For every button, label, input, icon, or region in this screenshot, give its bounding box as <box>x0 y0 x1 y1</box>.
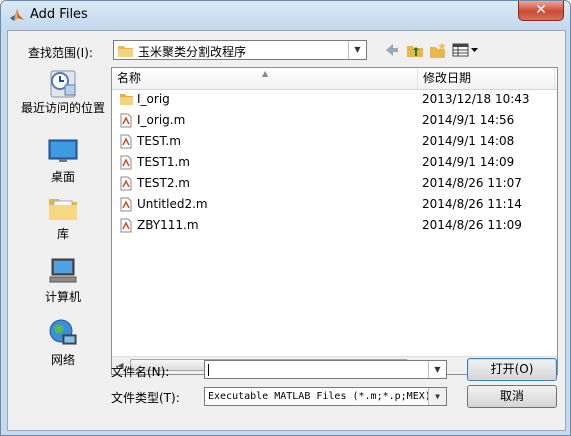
look-in-label: 查找范围(I): <box>28 46 93 60</box>
dialog-body: 查找范围(I): 玉米聚类分割改程序 ▼ 最近访问的位置 桌面 库 计算机 网络… <box>7 30 566 431</box>
file-date: 2014/9/1 14:08 <box>422 134 515 148</box>
place-desktop[interactable]: 桌面 <box>16 134 110 185</box>
new-folder-icon[interactable] <box>429 41 447 59</box>
m-file-icon <box>120 218 132 236</box>
m-file-icon <box>120 134 132 152</box>
place-network[interactable]: 网络 <box>16 317 110 368</box>
chevron-down-icon[interactable]: ▼ <box>348 41 366 59</box>
file-name: TEST.m <box>137 134 181 148</box>
look-in-combo[interactable]: 玉米聚类分割改程序 ▼ <box>113 40 367 60</box>
folder-icon <box>118 46 133 57</box>
file-row[interactable]: TEST2.m2014/8/26 11:07M <box>112 173 557 194</box>
m-file-icon <box>120 113 132 131</box>
place-label: 网络 <box>50 353 75 367</box>
file-row[interactable]: TEST1.m2014/9/1 14:09M <box>112 152 557 173</box>
file-row[interactable]: TEST.m2014/9/1 14:08M <box>112 131 557 152</box>
column-header: ▲ 名称 修改日期 类 <box>112 68 557 90</box>
chevron-down-icon[interactable]: ▼ <box>428 361 446 378</box>
look-in-value: 玉米聚类分割改程序 <box>138 45 247 59</box>
column-date[interactable]: 修改日期 <box>418 68 555 89</box>
libraries-icon <box>49 199 77 220</box>
text-caret <box>208 364 209 376</box>
back-icon[interactable] <box>384 41 400 59</box>
filetype-label: 文件类型(T): <box>111 391 180 405</box>
place-label: 最近访问的位置 <box>21 101 106 115</box>
window-title: Add Files <box>30 7 88 22</box>
column-name[interactable]: ▲ 名称 <box>112 68 418 89</box>
file-name: I_orig.m <box>137 113 186 127</box>
file-name: TEST2.m <box>137 176 190 190</box>
column-name-label: 名称 <box>117 71 142 85</box>
open-button[interactable]: 打开(O) <box>467 358 557 381</box>
file-list: ▲ 名称 修改日期 类 I_orig2013/12/18 10:43文I_ori… <box>111 67 558 375</box>
file-date: 2014/9/1 14:56 <box>422 113 515 127</box>
add-files-dialog: Add Files ✕ 查找范围(I): 玉米聚类分割改程序 ▼ 最近访问的位置… <box>0 0 571 436</box>
filename-label: 文件名(N): <box>111 365 170 379</box>
desktop-icon <box>48 139 78 162</box>
column-type[interactable]: 类 <box>555 68 557 89</box>
filetype-select[interactable]: Executable MATLAB Files (*.m;*.p;MEX) ▼ <box>204 387 447 406</box>
column-date-label: 修改日期 <box>423 71 472 85</box>
title-bar[interactable]: Add Files ✕ <box>1 1 570 29</box>
file-row[interactable]: Untitled2.m2014/8/26 11:14M <box>112 194 557 215</box>
file-row[interactable]: I_orig.m2014/9/1 14:56M <box>112 110 557 131</box>
close-button[interactable]: ✕ <box>518 1 564 21</box>
folder-icon <box>120 92 134 108</box>
file-name: ZBY111.m <box>137 218 199 232</box>
place-label: 桌面 <box>50 170 75 184</box>
computer-icon <box>49 258 77 283</box>
m-file-icon <box>120 155 132 173</box>
filename-input[interactable]: ▼ <box>204 360 447 379</box>
file-date: 2014/9/1 14:09 <box>422 155 515 169</box>
file-date: 2013/12/18 10:43 <box>422 92 530 106</box>
place-libraries[interactable]: 库 <box>16 191 110 242</box>
m-file-icon <box>120 197 132 215</box>
view-menu-icon[interactable] <box>452 41 480 59</box>
file-date: 2014/8/26 11:14 <box>422 197 522 211</box>
network-icon <box>49 319 77 345</box>
file-date: 2014/8/26 11:09 <box>422 218 522 232</box>
file-date: 2014/8/26 11:07 <box>422 176 522 190</box>
file-name: TEST1.m <box>137 155 190 169</box>
place-label: 库 <box>56 227 69 241</box>
places-bar: 最近访问的位置 桌面 库 计算机 网络 <box>16 67 110 369</box>
matlab-icon <box>10 9 24 21</box>
m-file-icon <box>120 176 132 194</box>
file-row[interactable]: I_orig2013/12/18 10:43文 <box>112 89 557 110</box>
cancel-button[interactable]: 取消 <box>467 385 557 408</box>
place-label: 计算机 <box>44 290 81 304</box>
sort-ascending-icon: ▲ <box>262 69 269 78</box>
chevron-down-icon[interactable]: ▼ <box>428 388 446 405</box>
filetype-value: Executable MATLAB Files (*.m;*.p;MEX) <box>208 391 431 402</box>
recent-places-icon <box>50 70 76 98</box>
file-name: Untitled2.m <box>137 197 208 211</box>
file-row[interactable]: ZBY111.m2014/8/26 11:09M <box>112 215 557 236</box>
file-name: I_orig <box>137 92 170 106</box>
up-folder-icon[interactable] <box>406 41 424 59</box>
place-computer[interactable]: 计算机 <box>16 254 110 305</box>
place-recent[interactable]: 最近访问的位置 <box>16 67 110 116</box>
